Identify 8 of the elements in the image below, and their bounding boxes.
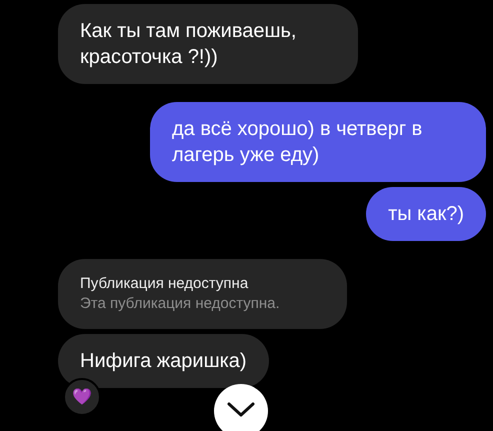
message-bubble: Как ты там поживаешь, красоточка ?!)) (58, 4, 358, 84)
post-subtitle: Эта публикация недоступна. (80, 294, 281, 314)
scroll-down-button[interactable] (214, 384, 268, 431)
post-title: Публикация недоступна (80, 274, 250, 294)
message-bubble: да всё хорошо) в четверг в лагерь уже еду) (150, 102, 486, 182)
chevron-down-icon (227, 402, 255, 418)
reaction-emoji[interactable]: 💜 (63, 378, 101, 416)
message-bubble: ты как?) (366, 187, 486, 241)
